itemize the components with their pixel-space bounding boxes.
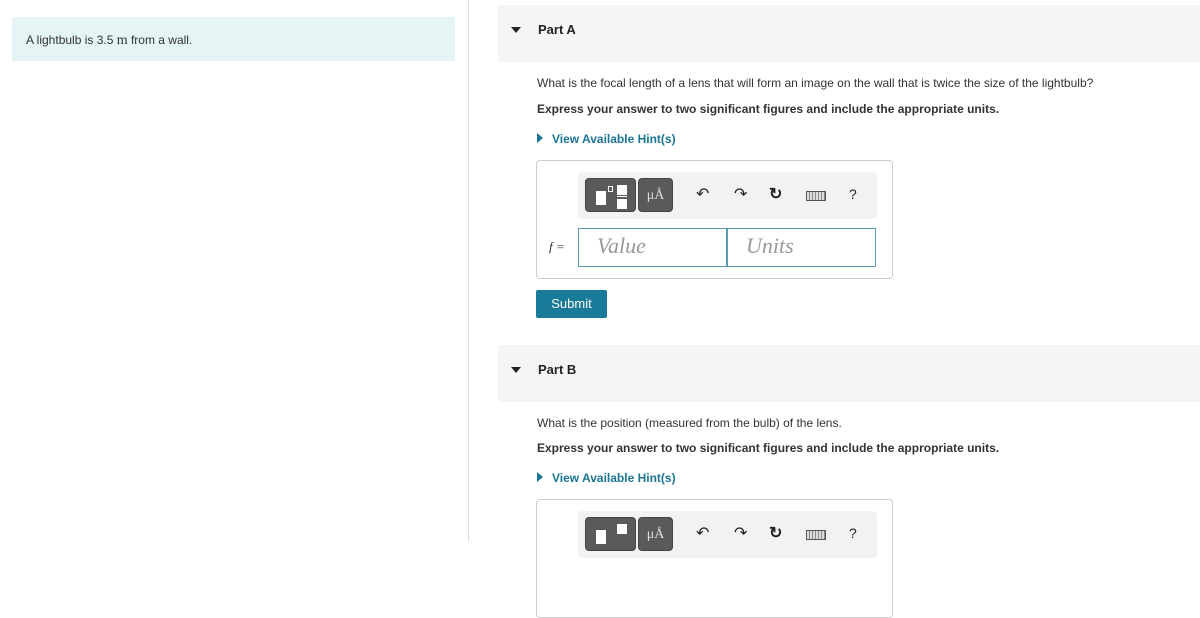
redo-icon[interactable]: ↷ bbox=[734, 523, 747, 543]
caret-right-icon bbox=[537, 133, 543, 143]
undo-icon[interactable]: ↶ bbox=[696, 184, 709, 204]
keyboard-icon[interactable] bbox=[806, 530, 826, 540]
part-a-hint-link[interactable]: View Available Hint(s) bbox=[537, 132, 676, 146]
reset-icon[interactable]: ↻ bbox=[769, 184, 782, 204]
keyboard-icon[interactable] bbox=[806, 191, 826, 201]
units-button[interactable]: μÅ bbox=[638, 517, 673, 551]
math-toolbar: μÅ ↶ ↷ ↻ ? bbox=[578, 172, 877, 219]
part-b-hint-link[interactable]: View Available Hint(s) bbox=[537, 471, 676, 485]
part-a-answer-box: μÅ ↶ ↷ ↻ ? f = Value Units bbox=[536, 160, 893, 279]
problem-intro: A lightbulb is 3.5 m from a wall. bbox=[12, 17, 455, 61]
collapse-icon[interactable] bbox=[511, 367, 521, 373]
hint-label: View Available Hint(s) bbox=[552, 471, 676, 485]
submit-button[interactable]: Submit bbox=[536, 290, 607, 318]
variable-label: f = bbox=[549, 239, 565, 254]
help-icon[interactable]: ? bbox=[849, 186, 857, 202]
templates-button[interactable] bbox=[585, 517, 636, 551]
collapse-icon[interactable] bbox=[511, 27, 521, 33]
caret-right-icon bbox=[537, 472, 543, 482]
hint-label: View Available Hint(s) bbox=[552, 132, 676, 146]
part-a-header[interactable]: Part A bbox=[498, 5, 1200, 62]
redo-icon[interactable]: ↷ bbox=[734, 184, 747, 204]
part-b-answer-box: μÅ ↶ ↷ ↻ ? bbox=[536, 499, 893, 618]
part-b-instructions: Express your answer to two significant f… bbox=[537, 441, 1000, 455]
part-b-header[interactable]: Part B bbox=[498, 345, 1200, 402]
part-a-question: What is the focal length of a lens that … bbox=[537, 76, 1094, 90]
part-b-question: What is the position (measured from the … bbox=[537, 416, 842, 430]
help-icon[interactable]: ? bbox=[849, 525, 857, 541]
math-toolbar: μÅ ↶ ↷ ↻ ? bbox=[578, 511, 877, 558]
intro-text: A lightbulb is 3.5 bbox=[26, 33, 117, 47]
reset-icon[interactable]: ↻ bbox=[769, 523, 782, 543]
units-button[interactable]: μÅ bbox=[638, 178, 673, 212]
part-a-instructions: Express your answer to two significant f… bbox=[537, 102, 1000, 116]
intro-unit: m bbox=[116, 33, 128, 48]
templates-button[interactable] bbox=[585, 178, 636, 212]
intro-text-end: from a wall. bbox=[127, 33, 193, 47]
value-input[interactable]: Value bbox=[578, 228, 727, 267]
part-a-title: Part A bbox=[538, 22, 576, 37]
panel-divider bbox=[468, 0, 469, 541]
undo-icon[interactable]: ↶ bbox=[696, 523, 709, 543]
part-b-title: Part B bbox=[538, 362, 577, 377]
units-input[interactable]: Units bbox=[727, 228, 876, 267]
